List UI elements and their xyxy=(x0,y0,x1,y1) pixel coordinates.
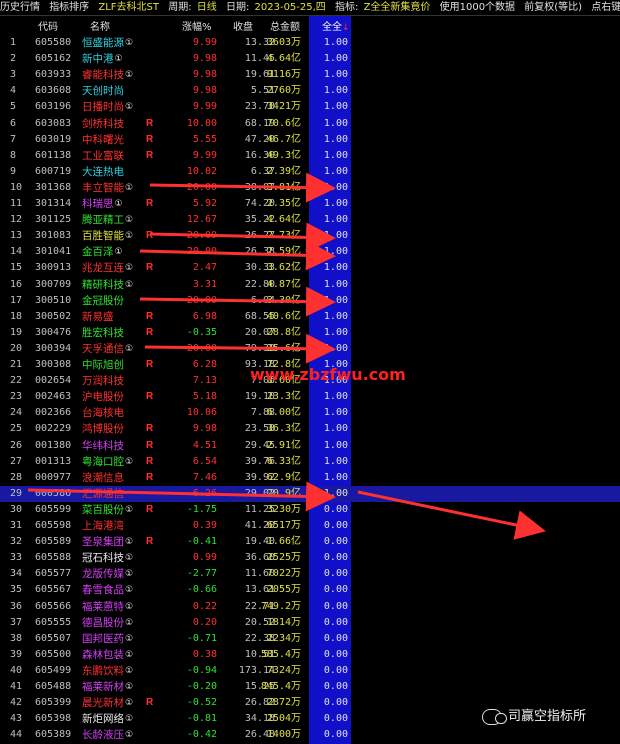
arrow-row-14 xyxy=(139,240,336,271)
watermark-text: www.zbzfwu.com xyxy=(250,365,406,384)
arrow-row-13 xyxy=(149,222,336,253)
arrow-row-29-right xyxy=(357,490,546,540)
brand-badge: 司赢空指标所 xyxy=(478,704,591,730)
wechat-icon xyxy=(482,708,507,725)
arrow-row-20 xyxy=(144,333,336,364)
arrow-row-29-left xyxy=(27,481,336,512)
arrow-row-17 xyxy=(139,286,336,317)
brand-name: 司赢空指标所 xyxy=(508,709,587,724)
arrow-row-10 xyxy=(149,172,336,203)
